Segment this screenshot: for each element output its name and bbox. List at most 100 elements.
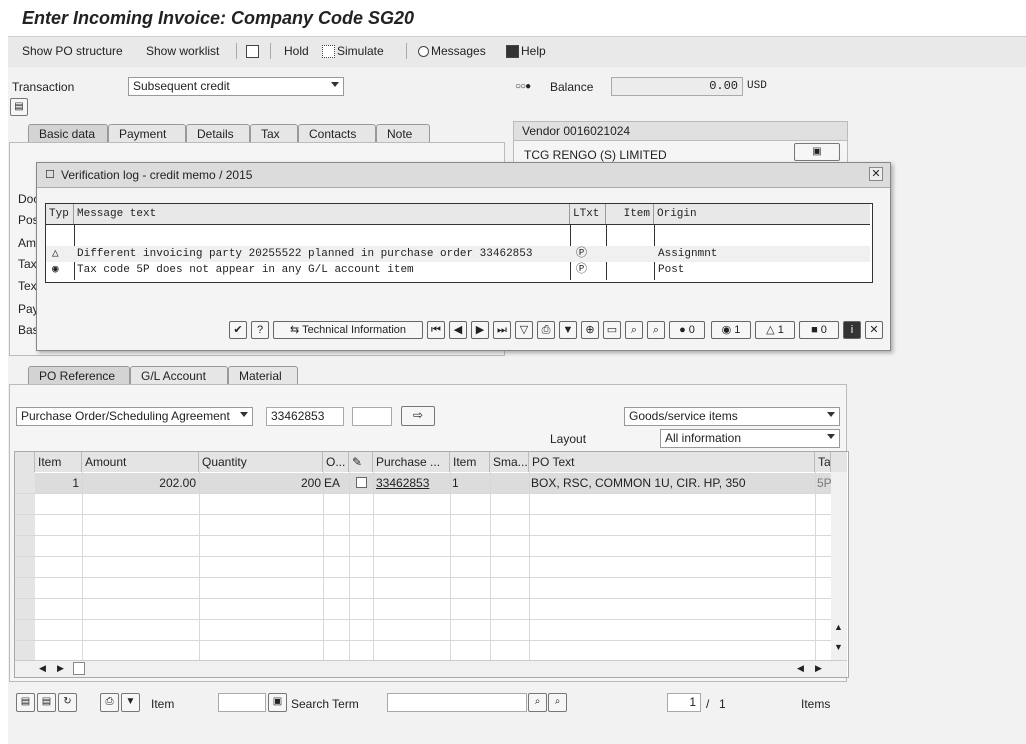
set-filter-icon[interactable]: ▼ [559,321,577,339]
cell-po-item: 1 [452,476,459,490]
chevron-down-icon [240,412,248,417]
scroll-left-icon[interactable]: ◀ [797,663,804,674]
cancel-icon[interactable]: ✕ [865,321,883,339]
col-quantity[interactable]: Quantity [199,452,323,472]
find-next-icon[interactable]: ⌕ [548,693,567,712]
col-po-item[interactable]: Item [450,452,490,472]
select-all-cell[interactable] [15,452,35,472]
col-order-unit[interactable]: O... [323,452,349,472]
details-icon[interactable]: ⊕ [581,321,599,339]
show-po-structure-button[interactable]: Show PO structure [22,44,123,58]
help-icon[interactable]: ? [251,321,269,339]
message-text: Tax code 5P does not appear in any G/L a… [77,264,414,276]
hold-button[interactable]: Hold [284,44,309,58]
vendor-name: TCG RENGO (S) LIMITED [524,148,667,162]
simulate-button[interactable]: Simulate [322,44,384,59]
next-page-icon[interactable]: ▶ [471,321,489,339]
scroll-right-icon[interactable]: ▶ [815,663,822,674]
page-current-field[interactable]: 1 [667,693,701,712]
find-icon[interactable]: ⌕ [625,321,643,339]
col-item[interactable]: Item [35,452,82,472]
col-tax[interactable]: Ta [815,452,831,472]
scroll-left-icon[interactable]: ◀ [39,663,46,674]
stop-count-button[interactable]: ● 0 [669,321,705,339]
toolbar-separator [236,43,237,59]
vertical-scrollbar[interactable]: ▲ ▼ [831,472,847,660]
tab-contacts[interactable]: Contacts [298,124,376,142]
col-typ[interactable]: Typ [46,204,74,224]
cell-amount[interactable]: 202.00 [82,473,196,493]
show-worklist-button[interactable]: Show worklist [146,44,219,58]
print-icon[interactable]: ⎙ [537,321,555,339]
col-purchase-order[interactable]: Purchase ... [373,452,450,472]
scroll-up-icon[interactable]: ▲ [834,622,843,632]
title-bar: Enter Incoming Invoice: Company Code SG2… [0,0,1026,36]
col-small-diff[interactable]: Sma... [490,452,529,472]
po-item-field[interactable] [352,407,392,426]
deselect-all-icon[interactable]: ▤ [37,693,56,712]
col-flag-icon[interactable]: ✎ [349,452,373,472]
horizontal-scrollbar[interactable]: ◀ ▶ ◀ ▶ [15,660,847,677]
previous-page-icon[interactable]: ◀ [449,321,467,339]
filter-icon[interactable]: ▽ [515,321,533,339]
last-page-icon[interactable]: ⏭ [493,321,511,339]
select-all-icon[interactable]: ▤ [16,693,35,712]
search-term-icon[interactable]: ▣ [268,693,287,712]
toolbar-separator [270,43,271,59]
col-origin[interactable]: Origin [654,204,870,224]
scroll-down-icon[interactable]: ▼ [834,642,843,652]
help-button[interactable]: Help [506,44,546,59]
cell-quantity[interactable]: 200 [199,473,321,493]
error-count-button[interactable]: ◉ 1 [711,321,751,339]
stop-count: 0 [688,324,695,336]
tab-material[interactable]: Material [228,366,298,384]
info-icon[interactable]: i [843,321,861,339]
messages-button[interactable]: Messages [418,44,486,58]
col-item[interactable]: Item [606,204,654,224]
tab-po-reference[interactable]: PO Reference [28,366,130,384]
search-term-field[interactable] [387,693,527,712]
close-icon[interactable]: ✕ [869,167,883,181]
tab-basic-data[interactable]: Basic data [28,124,108,142]
col-po-text[interactable]: PO Text [529,452,815,472]
tab-gl-account[interactable]: G/L Account [130,366,228,384]
vendor-detail-icon[interactable]: ▣ [794,143,840,161]
row-checkbox[interactable] [356,477,367,488]
save-icon[interactable]: ▭ [603,321,621,339]
tab-tax[interactable]: Tax [250,124,298,142]
item-type-dropdown[interactable]: Goods/service items [624,407,840,426]
tab-payment[interactable]: Payment [108,124,186,142]
long-text-icon[interactable]: Ⓟ [576,262,587,278]
long-text-icon[interactable]: Ⓟ [576,246,587,262]
col-message-text[interactable]: Message text [74,204,570,224]
layout-dropdown[interactable]: All information [660,429,840,448]
col-amount[interactable]: Amount [82,452,199,472]
column-settings-icon[interactable] [831,452,847,472]
info-count-button[interactable]: ■ 0 [799,321,839,339]
tab-note[interactable]: Note [376,124,430,142]
first-page-icon[interactable]: ⏮ [427,321,445,339]
find-next-icon[interactable]: ⌕ [647,321,665,339]
layout-toggle-icon[interactable]: ▤ [10,98,28,116]
item-field[interactable] [218,693,266,712]
warning-count-button[interactable]: △ 1 [755,321,795,339]
tab-details[interactable]: Details [186,124,250,142]
reference-type-value: Purchase Order/Scheduling Agreement [21,409,230,423]
arrow-right-icon[interactable]: ⇨ [401,406,435,426]
po-number-field[interactable]: 33462853 [266,407,344,426]
confirm-icon[interactable]: ✔ [229,321,247,339]
tree-toggle-icon[interactable] [246,44,261,59]
refresh-icon[interactable]: ↻ [58,693,77,712]
find-icon[interactable]: ⌕ [528,693,547,712]
cell-purchase-order-link[interactable]: 33462853 [376,473,429,493]
layout-value: All information [665,431,742,445]
filter-icon[interactable]: ▼ [121,693,140,712]
technical-information-button[interactable]: ⇆ Technical Information [273,321,423,339]
sort-icon[interactable]: ⎙ [100,693,119,712]
transaction-dropdown[interactable]: Subsequent credit [128,77,344,96]
reference-type-dropdown[interactable]: Purchase Order/Scheduling Agreement [16,407,253,426]
status-lights-icon: ○○● [515,81,531,92]
col-ltxt[interactable]: LTxt [570,204,606,224]
scroll-thumb[interactable] [73,662,85,675]
scroll-right-icon[interactable]: ▶ [57,663,64,674]
